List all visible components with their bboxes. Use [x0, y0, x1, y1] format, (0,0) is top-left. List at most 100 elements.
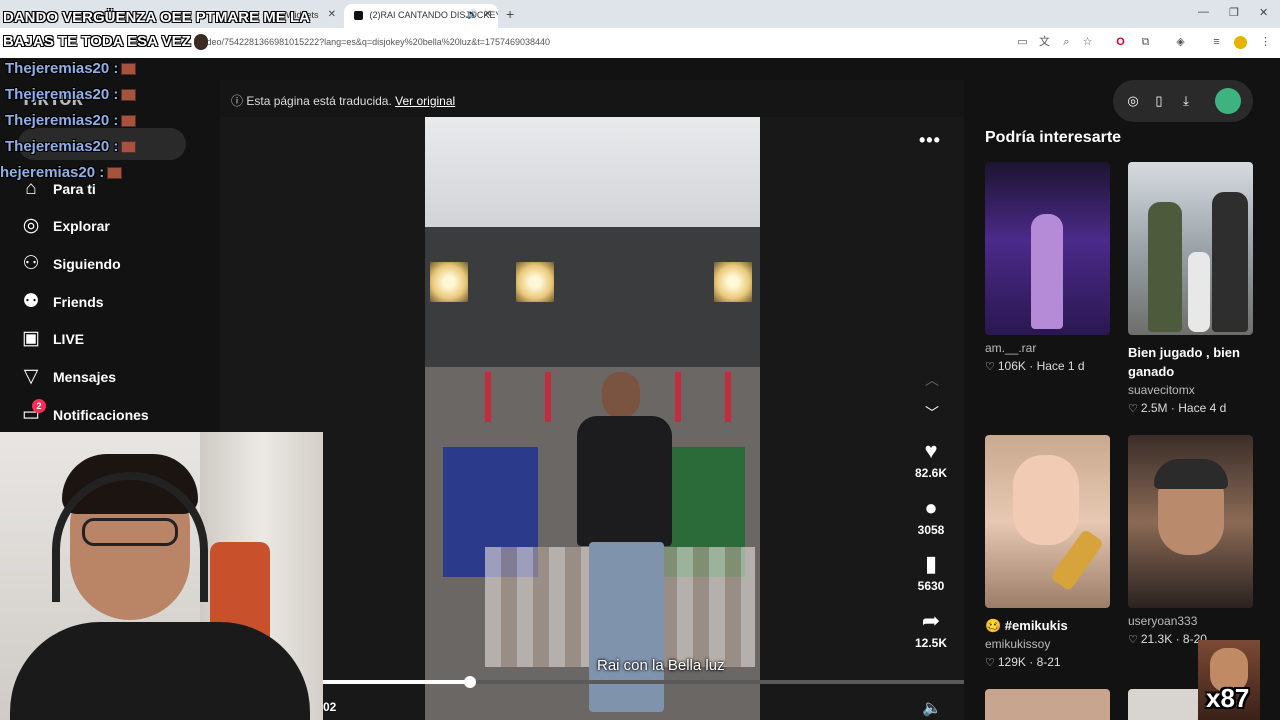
video-time: 02 [323, 700, 337, 714]
download-icon[interactable]: ⤓ [1178, 93, 1194, 109]
video-thumbnail[interactable] [985, 162, 1110, 335]
recommendation-card[interactable]: Bien jugado , bien ganado suavecitomx ♡ 2… [1128, 162, 1253, 415]
mobile-icon[interactable]: ▯ [1151, 93, 1167, 109]
chat-username: Thejeremias20 : [5, 112, 119, 129]
new-tab-button[interactable]: + [506, 6, 514, 22]
tab-label: (2)RAI CANTANDO DISJOCKEY [369, 10, 498, 20]
emote-icon [193, 34, 208, 51]
sidebar-item-live[interactable]: ▣ LIVE [20, 328, 210, 352]
opera-extension-icon[interactable]: O [1114, 36, 1127, 49]
card-meta: ♡ 129K · 8-21 [985, 655, 1061, 669]
emote-icon [121, 63, 137, 76]
sidebar-item-mensajes[interactable]: ▽ Mensajes [20, 366, 210, 390]
emote-icon [107, 167, 123, 180]
stage-banner [675, 372, 681, 422]
profile-avatar[interactable] [1234, 36, 1247, 49]
heart-outline-icon: ♡ [985, 361, 995, 373]
sidebar-item-label: Para ti [53, 181, 96, 197]
volume-icon[interactable]: 🔈 [922, 698, 942, 718]
card-time: Hace 4 d [1178, 401, 1227, 415]
heart-icon: ♥ [924, 438, 938, 463]
sidebar-item-notificaciones[interactable]: ▭ 2 Notificaciones [20, 399, 210, 428]
chat-username: Thejeremias20 : [5, 138, 119, 155]
bookmark-star-icon[interactable]: ☆ [1081, 36, 1094, 49]
compass-icon[interactable]: ◎ [1125, 93, 1141, 109]
translate-icon[interactable]: 文 [1038, 36, 1051, 49]
stream-alert-line-1: DANDO VERGÜENZA OEE PTMARE ME LA [3, 9, 310, 26]
video-thumbnail[interactable] [1128, 435, 1253, 608]
card-meta: ♡ 2.5M · Hace 4 d [1128, 401, 1227, 415]
card-time: Hace 1 d [1036, 359, 1085, 373]
cast-icon[interactable]: ▭ [1016, 36, 1029, 49]
comment-button[interactable]: ● 3058 [908, 495, 954, 537]
emote-icon [121, 89, 137, 102]
extension-icon[interactable]: ◈ [1174, 36, 1187, 49]
stream-alert-text: BAJAS TE TODA ESA VEZ [3, 33, 191, 50]
chat-username: Thejeremias20 : [5, 86, 119, 103]
user-avatar[interactable] [1215, 88, 1241, 114]
sidebar-item-label: Mensajes [53, 369, 117, 385]
singer-head [602, 372, 640, 418]
friends-icon: ⚉ [22, 291, 40, 312]
video-player[interactable] [425, 117, 760, 720]
live-icon: ▣ [22, 328, 40, 349]
zoom-icon[interactable]: ⌕ [1060, 36, 1073, 49]
like-count: 82.6K [914, 466, 948, 480]
sidebar-item-label: Friends [53, 294, 104, 310]
sidebar-item-friends[interactable]: ⚉ Friends [20, 291, 210, 315]
singer-legs [589, 542, 664, 712]
stage-light [714, 262, 752, 302]
like-button[interactable]: ♥ 82.6K [908, 438, 954, 480]
save-button[interactable]: ▮ 5630 [908, 551, 954, 593]
video-thumbnail[interactable] [1128, 162, 1253, 335]
card-time: 8-21 [1036, 655, 1061, 669]
share-button[interactable]: ➦ 12.5K [908, 608, 954, 650]
video-progress-bar[interactable] [323, 676, 964, 688]
recommendation-card[interactable]: useryoan333 ♡ 21.3K · 8-20 [1128, 435, 1253, 646]
card-title[interactable]: Bien jugado , bien ganado [1128, 343, 1253, 381]
minimize-icon[interactable]: — [1198, 6, 1209, 18]
meme-counter: x87 [1206, 683, 1250, 713]
card-username[interactable]: useryoan333 [1128, 614, 1253, 628]
view-original-link[interactable]: Ver original [395, 94, 455, 108]
card-title[interactable]: 🥴 #emikukis [985, 616, 1110, 635]
speaker-icon[interactable]: 🔊 [467, 9, 478, 20]
tiktok-favicon-icon [354, 11, 363, 21]
emote-icon [121, 141, 137, 154]
sidebar-item-para-ti[interactable]: ⌂ Para ti [20, 178, 210, 202]
card-username[interactable]: am.__.rar [985, 341, 1110, 355]
media-controls-icon[interactable]: ≡ [1210, 36, 1223, 49]
restore-icon[interactable]: ❐ [1229, 6, 1239, 19]
extensions-icon[interactable]: ⧉ [1139, 36, 1152, 49]
info-icon: ⓘ [231, 94, 244, 108]
tab-tiktok-video[interactable]: (2)RAI CANTANDO DISJOCKEY 🔊 ✕ [344, 4, 498, 28]
recommendation-card[interactable]: am.__.rar ♡ 106K · Hace 1 d [985, 162, 1110, 373]
compass-icon: ◎ [22, 215, 40, 236]
stage-light [430, 262, 468, 302]
sidebar-item-label: Notificaciones [53, 407, 149, 423]
recommendation-card[interactable]: 🥴 #emikukis emikukissoy ♡ 129K · 8-21 [985, 435, 1110, 669]
chat-message: Thejeremias20 : [5, 112, 137, 129]
video-thumbnail[interactable] [985, 435, 1110, 608]
previous-video-icon[interactable]: ︿ [922, 370, 942, 390]
share-count: 12.5K [914, 636, 948, 650]
card-username[interactable]: emikukissoy [985, 637, 1110, 651]
thumb-figure [1031, 214, 1063, 329]
card-username[interactable]: suavecitomx [1128, 383, 1253, 397]
top-right-toolbar: ◎ ▯ ⤓ [1113, 80, 1253, 122]
menu-kebab-icon[interactable]: ⋮ [1259, 36, 1272, 49]
close-icon[interactable]: ✕ [328, 9, 336, 20]
sidebar-item-siguiendo[interactable]: ⚇ Siguiendo [20, 253, 210, 277]
window-close-icon[interactable]: ✕ [1259, 6, 1268, 19]
video-thumbnail[interactable] [985, 689, 1110, 720]
more-options-icon[interactable]: ••• [919, 130, 941, 151]
next-video-icon[interactable]: ﹀ [922, 403, 942, 423]
close-icon[interactable]: ✕ [484, 9, 492, 20]
singer-body [577, 416, 672, 546]
chat-message: Thejeremias20 : [5, 60, 137, 77]
progress-fill [323, 680, 471, 684]
url-text[interactable]: video/7542281366981015222?lang=es&q=disj… [200, 37, 550, 47]
sidebar-item-explorar[interactable]: ◎ Explorar [20, 215, 210, 239]
heart-outline-icon: ♡ [1128, 634, 1138, 646]
card-likes: 129K [997, 655, 1026, 669]
